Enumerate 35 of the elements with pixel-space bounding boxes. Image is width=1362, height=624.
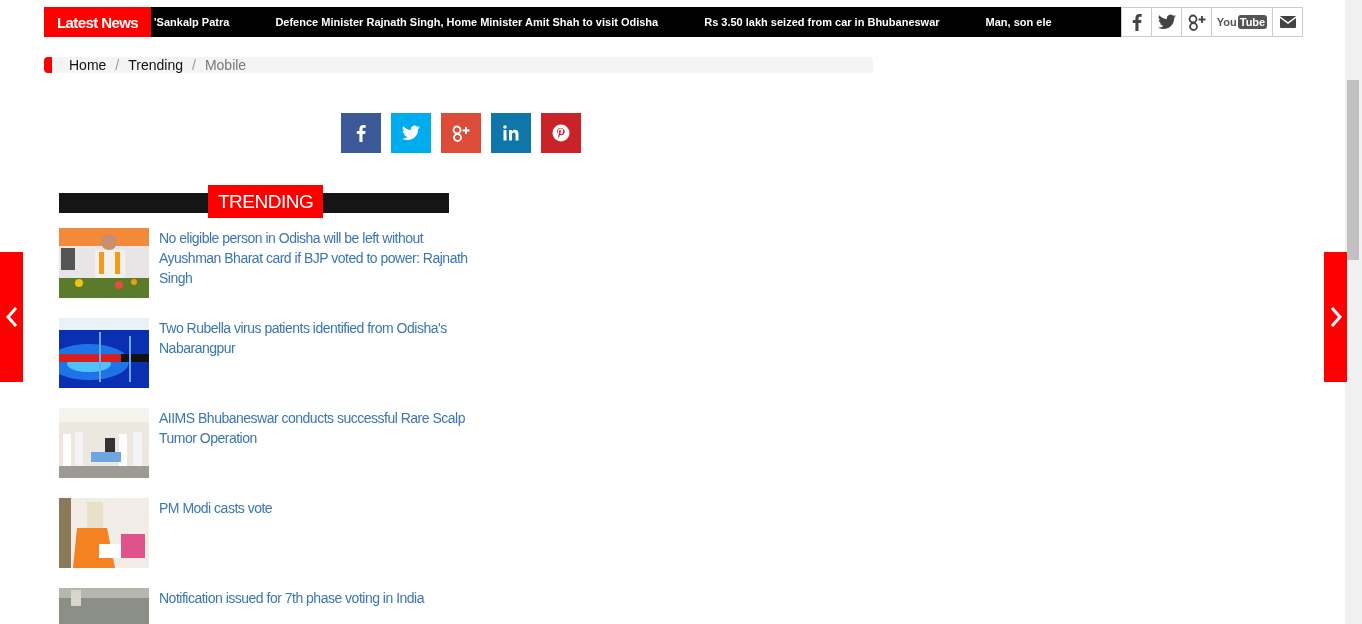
- share-button[interactable]: [491, 113, 531, 153]
- ticker-label: Latest News: [44, 7, 151, 37]
- scrollbar[interactable]: [1345, 0, 1362, 624]
- ticker-headline[interactable]: Man, son ele: [985, 16, 1052, 28]
- article-link[interactable]: No eligible person in Odisha will be left without Ayushman Bharat card if BJP voted to power: Rajnath Singh: [159, 228, 479, 298]
- google-plus-icon: [451, 124, 471, 142]
- current-page-label: Mobile: [204, 57, 247, 73]
- breadcrumb-separator: /: [192, 57, 196, 73]
- share-button[interactable]: [341, 113, 381, 153]
- mail-icon: [1279, 16, 1296, 28]
- article-link[interactable]: PM Modi casts vote: [159, 498, 479, 568]
- pin-icon: [552, 124, 570, 142]
- breadcrumb-link[interactable]: Trending: [128, 57, 183, 73]
- linkedin-icon: [503, 125, 519, 141]
- bird-icon: [402, 125, 420, 141]
- article-link[interactable]: Two Rubella virus patients identified from Odisha's Nabarangpur: [159, 318, 479, 388]
- breadcrumb-link[interactable]: Home: [69, 57, 107, 73]
- share-button[interactable]: [541, 113, 581, 153]
- breadcrumb-separator: /: [115, 57, 120, 73]
- section-title: TRENDING: [208, 185, 324, 218]
- facebook-icon: [1131, 13, 1142, 31]
- youtube-link[interactable]: You Tube: [1211, 8, 1272, 36]
- ticker-headline[interactable]: 'Sankalp Patra: [154, 16, 230, 28]
- article-link[interactable]: AIIMS Bhubaneswar conducts successful Rare Scalp Tumor Operation: [159, 408, 479, 478]
- chevron-right-icon: [1329, 306, 1342, 328]
- bird-icon: [1157, 14, 1176, 30]
- next-button[interactable]: [1324, 252, 1347, 382]
- share-button[interactable]: [441, 113, 481, 153]
- facebook-icon: [356, 124, 366, 142]
- ticker-headline[interactable]: Defence Minister Rajnath Singh, Home Minister Amit Shah to visit Odisha: [275, 16, 659, 28]
- chevron-left-icon: [5, 306, 18, 328]
- article-link[interactable]: Notification issued for 7th phase voting in India: [159, 588, 479, 624]
- ticker-headline[interactable]: Rs 3.50 lakh seized from car in Bhubaneswar: [704, 16, 940, 28]
- google-plus-icon: [1186, 13, 1207, 31]
- previous-button[interactable]: [0, 252, 23, 382]
